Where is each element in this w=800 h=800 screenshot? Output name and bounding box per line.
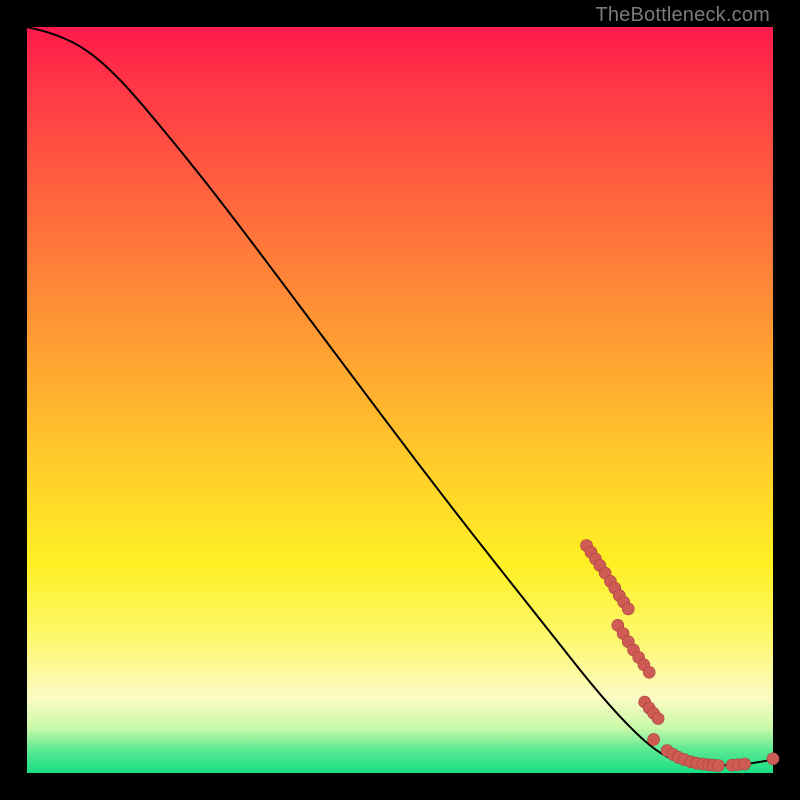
data-point	[648, 733, 660, 745]
data-points-group	[581, 540, 780, 772]
data-point	[713, 760, 725, 772]
data-point	[622, 603, 634, 615]
chart-svg	[27, 27, 773, 773]
watermark-text: TheBottleneck.com	[595, 4, 770, 27]
data-point	[739, 758, 751, 770]
plot-area	[27, 27, 773, 773]
bottleneck-curve	[27, 27, 773, 765]
data-point	[767, 753, 779, 765]
chart-frame: TheBottleneck.com	[0, 0, 800, 800]
data-point	[652, 713, 664, 725]
data-point	[643, 666, 655, 678]
